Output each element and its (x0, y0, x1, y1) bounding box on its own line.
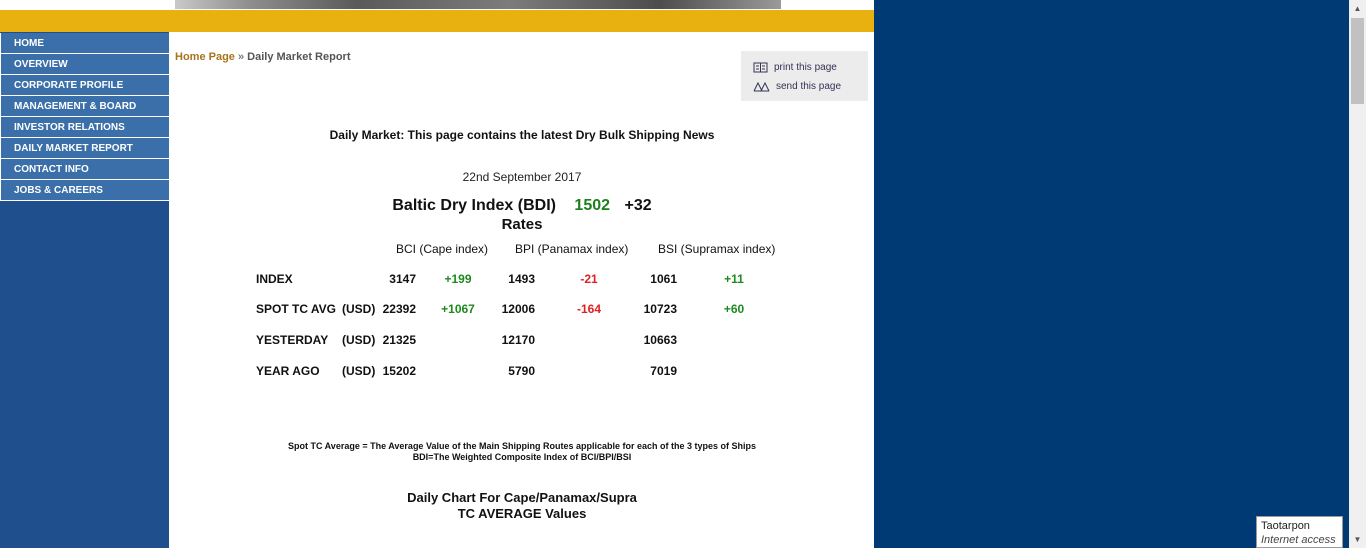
network-name: Taotarpon (1261, 520, 1310, 532)
bdi-change: +32 (624, 197, 652, 214)
chart-title-line-2: TC AVERAGE Values (457, 506, 587, 521)
breadcrumb-home-link[interactable]: Home Page (175, 51, 235, 63)
year-ago-unit: (USD) (342, 364, 376, 378)
year-ago-bci-value: 15202 (382, 364, 416, 378)
site-content: HOME OVERVIEW CORPORATE PROFILE MANAGEME… (0, 0, 874, 548)
column-header-bci: BCI (Cape index) (396, 242, 489, 256)
send-page-link[interactable]: send this page (753, 79, 841, 93)
row-label-yesterday: YESTERDAY (256, 333, 329, 347)
yesterday-bsi-value: 10663 (643, 333, 677, 347)
spot-bci-value: 22392 (382, 302, 416, 316)
footnote-line-1: Spot TC Average = The Average Value of t… (287, 441, 756, 451)
chart-title-line-1: Daily Chart For Cape/Panamax/Supra (407, 490, 637, 505)
nav-item-investor-relations[interactable]: INVESTOR RELATIONS (0, 117, 169, 138)
spot-bci-change: +1067 (441, 302, 475, 316)
network-status: Internet access (1261, 534, 1336, 546)
print-page-label: print this page (774, 61, 837, 73)
chart-title: Daily Chart For Cape/Panamax/Supra TC AV… (175, 490, 869, 522)
nav-item-jobs-careers[interactable]: JOBS & CAREERS (0, 180, 169, 201)
index-bci-change: +199 (444, 272, 472, 286)
scroll-thumb[interactable] (1351, 18, 1364, 104)
breadcrumb: Home Page » Daily Market Report (175, 51, 350, 63)
nav-item-management-board[interactable]: MANAGEMENT & BOARD (0, 96, 169, 117)
bdi-label: Baltic Dry Index (BDI) (392, 197, 556, 214)
breadcrumb-current: Daily Market Report (247, 51, 351, 63)
index-bsi-change: +11 (724, 272, 744, 286)
report-date: 22nd September 2017 (462, 170, 582, 184)
network-popup[interactable]: Taotarpon Internet access (1256, 516, 1343, 548)
spot-bsi-change: +60 (723, 302, 745, 316)
row-label-year-ago: YEAR AGO (256, 364, 320, 378)
row-label-index: INDEX (256, 272, 293, 286)
print-page-link[interactable]: print this page (753, 60, 837, 74)
nav-item-overview[interactable]: OVERVIEW (0, 54, 169, 75)
year-ago-bsi-value: 7019 (650, 364, 677, 378)
nav-item-home[interactable]: HOME (0, 33, 169, 54)
send-page-label: send this page (776, 80, 842, 92)
bdi-value: 1502 (574, 197, 611, 214)
year-ago-bpi-value: 5790 (508, 364, 535, 378)
footnote-line-2: BDI=The Weighted Composite Index of BCI/… (412, 452, 632, 462)
sidebar-nav: HOME OVERVIEW CORPORATE PROFILE MANAGEME… (0, 32, 169, 548)
index-bpi-change: -21 (580, 272, 598, 286)
nav-item-corporate-profile[interactable]: CORPORATE PROFILE (0, 75, 169, 96)
scroll-up-arrow-icon[interactable]: ▲ (1349, 0, 1366, 17)
scroll-down-arrow-icon[interactable]: ▼ (1349, 531, 1366, 548)
send-icon (753, 81, 770, 91)
nav-item-daily-market-report[interactable]: DAILY MARKET REPORT (0, 138, 169, 159)
bdi-headline: Baltic Dry Index (BDI) 1502 +32 (175, 197, 869, 215)
yesterday-bpi-value: 12170 (501, 333, 535, 347)
spot-unit: (USD) (342, 302, 376, 316)
column-header-bsi: BSI (Supramax index) (658, 242, 776, 256)
banner-strip (0, 0, 874, 10)
spot-bpi-change: -164 (576, 302, 602, 316)
nav-item-contact-info[interactable]: CONTACT INFO (0, 159, 169, 180)
spot-bpi-value: 12006 (501, 302, 535, 316)
intro-text: Daily Market: This page contains the lat… (329, 128, 715, 142)
spot-bsi-value: 10723 (643, 302, 677, 316)
page-scrollbar[interactable]: ▲ ▼ (1349, 0, 1366, 548)
row-label-spot: SPOT TC AVG (256, 302, 337, 316)
index-bpi-value: 1493 (508, 272, 535, 286)
yesterday-bci-value: 21325 (382, 333, 416, 347)
banner-image (175, 0, 781, 9)
index-bsi-value: 1061 (650, 272, 677, 286)
print-icon (753, 62, 768, 72)
footnote: Spot TC Average = The Average Value of t… (175, 441, 869, 463)
index-bci-value: 3147 (389, 272, 416, 286)
yesterday-unit: (USD) (342, 333, 376, 347)
header-gold-bar (0, 10, 874, 32)
page-tools: print this page send this page (741, 51, 868, 101)
rates-title: Rates (501, 216, 543, 233)
column-header-bpi: BPI (Panamax index) (515, 242, 629, 256)
breadcrumb-separator: » (237, 51, 245, 63)
nav-list: HOME OVERVIEW CORPORATE PROFILE MANAGEME… (0, 33, 169, 201)
